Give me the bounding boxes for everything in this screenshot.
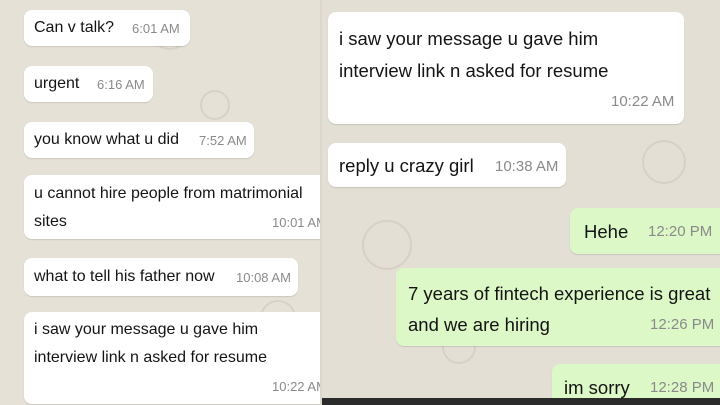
message-text-line: 7 years of fintech experience is great: [408, 283, 711, 304]
wallpaper-doodle: [642, 140, 686, 184]
message-text: reply u crazy girl: [339, 155, 474, 176]
message-text: urgent: [34, 75, 80, 92]
message-bubble-outgoing[interactable]: Hehe 12:20 PM: [570, 208, 720, 254]
message-bubble-incoming[interactable]: you know what u did 7:52 AM: [24, 122, 254, 158]
message-text: you know what u did: [34, 131, 179, 148]
wallpaper-doodle: [362, 220, 412, 270]
message-timestamp: 10:22 AM: [272, 379, 322, 394]
message-timestamp: 10:01 AM: [272, 215, 322, 230]
message-text-line: sites: [34, 213, 67, 230]
message-text-line: i saw your message u gave him: [34, 321, 259, 338]
message-bubble-outgoing[interactable]: 7 years of fintech experience is great a…: [396, 268, 720, 346]
message-text: Hehe: [584, 221, 629, 242]
message-timestamp: 10:22 AM: [611, 93, 675, 110]
message-text: Can v talk?: [34, 19, 115, 36]
message-text: what to tell his father now: [34, 268, 215, 285]
message-text: im sorry: [564, 377, 630, 398]
message-bubble-incoming[interactable]: reply u crazy girl 10:38 AM: [328, 143, 566, 187]
right-chat-panel: i saw your message u gave him interview …: [322, 0, 720, 405]
message-bubble-incoming[interactable]: i saw your message u gave him interview …: [328, 12, 684, 124]
message-timestamp: 12:26 PM: [650, 316, 715, 333]
left-chat-panel: Can v talk? 6:01 AM urgent 6:16 AM you k…: [0, 0, 322, 405]
message-text-line: i saw your message u gave him: [339, 28, 599, 49]
message-timestamp: 7:52 AM: [199, 133, 247, 148]
message-timestamp: 6:01 AM: [132, 21, 180, 36]
message-bubble-incoming[interactable]: u cannot hire people from matrimonial si…: [24, 175, 322, 239]
message-text-line: and we are hiring: [408, 314, 550, 335]
message-bubble-incoming[interactable]: i saw your message u gave him interview …: [24, 312, 322, 404]
message-text-line: u cannot hire people from matrimonial: [34, 185, 303, 202]
message-bubble-incoming[interactable]: what to tell his father now 10:08 AM: [24, 258, 298, 296]
message-bubble-incoming[interactable]: urgent 6:16 AM: [24, 66, 153, 102]
message-timestamp: 10:38 AM: [495, 158, 559, 175]
wallpaper-doodle: [200, 90, 230, 120]
message-text-line: interview link n asked for resume: [339, 60, 609, 81]
message-bubble-incoming[interactable]: Can v talk? 6:01 AM: [24, 10, 190, 46]
message-text-line: interview link n asked for resume: [34, 349, 267, 366]
message-timestamp: 10:08 AM: [236, 270, 291, 285]
bottom-edge-bar: [322, 398, 720, 405]
message-timestamp: 12:28 PM: [650, 379, 715, 396]
message-timestamp: 6:16 AM: [97, 77, 145, 92]
message-timestamp: 12:20 PM: [648, 223, 713, 240]
